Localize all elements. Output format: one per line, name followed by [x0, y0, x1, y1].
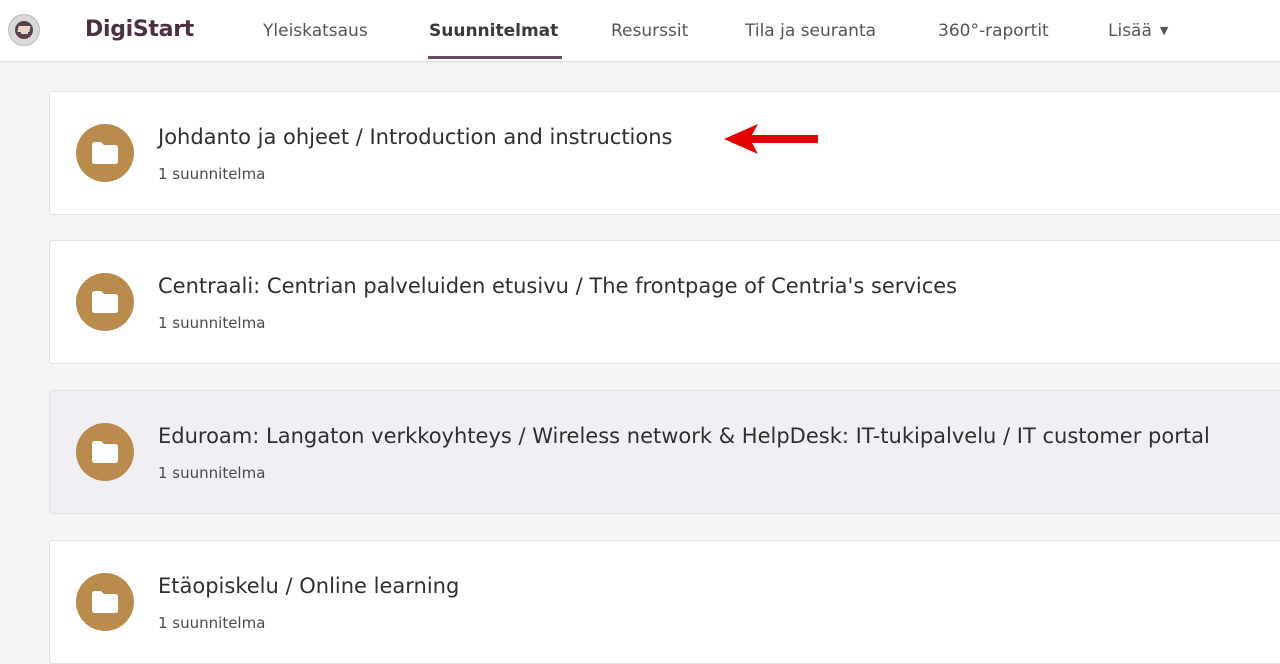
annotation-arrow-icon — [724, 124, 818, 154]
folder-title[interactable]: Johdanto ja ohjeet / Introduction and in… — [158, 125, 673, 149]
folder-plan-count: 1 suunnitelma — [158, 165, 266, 183]
folder-plan-count: 1 suunnitelma — [158, 614, 266, 632]
folder-card[interactable]: Centraali: Centrian palveluiden etusivu … — [49, 240, 1280, 364]
nav-360-reports[interactable]: 360°-raportit — [938, 21, 1049, 41]
folder-icon — [76, 273, 134, 331]
active-tab-indicator — [428, 56, 562, 59]
folder-card[interactable]: Etäopiskelu / Online learning 1 suunnite… — [49, 540, 1280, 664]
folder-card[interactable]: Johdanto ja ohjeet / Introduction and in… — [49, 91, 1280, 215]
folder-icon — [76, 423, 134, 481]
folder-icon — [76, 573, 134, 631]
graduation-cap-icon — [15, 21, 33, 39]
nav-plans[interactable]: Suunnitelmat — [429, 21, 558, 41]
app-logo-icon[interactable] — [8, 14, 40, 46]
folder-plan-count: 1 suunnitelma — [158, 314, 266, 332]
nav-more[interactable]: Lisää ▼ — [1108, 21, 1168, 41]
folder-title[interactable]: Centraali: Centrian palveluiden etusivu … — [158, 274, 957, 298]
nav-overview[interactable]: Yleiskatsaus — [263, 21, 368, 41]
folder-icon — [76, 124, 134, 182]
folder-plan-count: 1 suunnitelma — [158, 464, 266, 482]
top-navigation-bar: DigiStart Yleiskatsaus Suunnitelmat Resu… — [0, 0, 1280, 62]
folder-title[interactable]: Etäopiskelu / Online learning — [158, 574, 459, 598]
nav-status-tracking[interactable]: Tila ja seuranta — [745, 21, 876, 41]
caret-down-icon: ▼ — [1159, 24, 1169, 37]
folder-title[interactable]: Eduroam: Langaton verkkoyhteys / Wireles… — [158, 424, 1210, 448]
folder-card[interactable]: Eduroam: Langaton verkkoyhteys / Wireles… — [49, 390, 1280, 514]
nav-more-label: Lisää — [1108, 21, 1152, 41]
brand-name[interactable]: DigiStart — [85, 17, 194, 42]
nav-resources[interactable]: Resurssit — [611, 21, 688, 41]
